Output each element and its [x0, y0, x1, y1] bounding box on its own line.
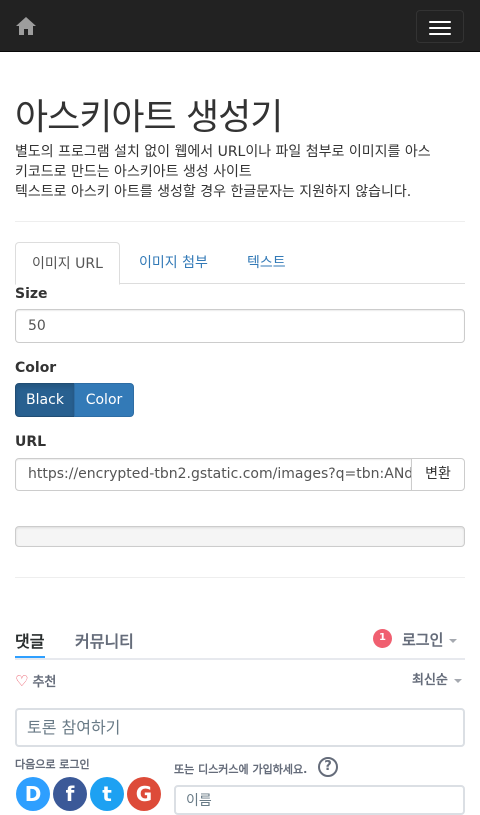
signup-label: 또는 디스커스에 가입하세요. [174, 763, 308, 776]
login-label: 로그인 [402, 631, 444, 649]
size-input[interactable]: 50 [15, 309, 465, 343]
description-line: 별도의 프로그램 설치 없이 웹에서 URL이나 파일 첨부로 이미지를 아스 [15, 144, 431, 160]
page-description: 별도의 프로그램 설치 없이 웹에서 URL이나 파일 첨부로 이미지를 아스 … [15, 142, 470, 202]
hamburger-bar [429, 33, 451, 35]
recommend-label: 추천 [32, 675, 57, 690]
description-line: 키코드로 만드는 아스키아트 생성 사이트 [15, 164, 252, 180]
page-title: 아스키아트 생성기 [15, 97, 283, 138]
url-label: URL [15, 434, 47, 450]
input-mode-tabs: 이미지 URL 이미지 첨부 텍스트 [15, 242, 465, 285]
heart-icon: ♡ [15, 672, 29, 690]
tab-community[interactable]: 커뮤니티 [75, 628, 134, 652]
progress-bar [15, 526, 465, 547]
google-icon[interactable]: G [127, 777, 161, 811]
convert-button[interactable]: 변환 [411, 458, 465, 491]
sort-label: 최신순 [412, 673, 448, 688]
divider [15, 577, 465, 578]
hamburger-icon [429, 21, 451, 23]
home-icon[interactable] [14, 14, 38, 38]
color-button[interactable]: Color [74, 383, 134, 417]
tab-image-url[interactable]: 이미지 URL [15, 242, 120, 285]
active-tab-indicator [15, 656, 45, 658]
twitter-icon[interactable]: t [90, 777, 124, 811]
url-input[interactable]: https://encrypted-tbn2.gstatic.com/image… [15, 458, 412, 491]
chevron-down-icon [449, 638, 458, 643]
black-button[interactable]: Black [15, 383, 75, 417]
hamburger-bar [429, 27, 451, 29]
size-label: Size [15, 286, 48, 302]
sort-dropdown[interactable]: 최신순 [412, 669, 462, 688]
chevron-down-icon [453, 678, 462, 683]
login-dropdown[interactable]: 로그인 [402, 629, 458, 650]
help-icon[interactable]: ? [318, 757, 338, 777]
top-navbar [0, 0, 480, 52]
color-label: Color [15, 360, 57, 376]
tab-image-attach[interactable]: 이미지 첨부 [123, 242, 224, 284]
login-with-label: 다음으로 로그인 [15, 758, 90, 771]
discussion-tabs: 댓글 커뮤니티 [15, 628, 465, 660]
tab-comments[interactable]: 댓글 [15, 628, 44, 652]
recommend-button[interactable]: ♡ 추천 [15, 671, 56, 690]
divider [15, 221, 465, 222]
description-line: 텍스트로 아스키 아트를 생성할 경우 한글문자는 지원하지 않습니다. [15, 184, 412, 200]
facebook-icon[interactable]: f [53, 777, 87, 811]
tab-text[interactable]: 텍스트 [231, 242, 302, 284]
notification-badge[interactable]: 1 [373, 629, 392, 648]
name-input[interactable]: 이름 [174, 785, 465, 815]
discussion-input[interactable]: 토론 참여하기 [15, 708, 465, 747]
disqus-icon[interactable]: D [16, 777, 50, 811]
hamburger-menu-button[interactable] [416, 10, 464, 43]
